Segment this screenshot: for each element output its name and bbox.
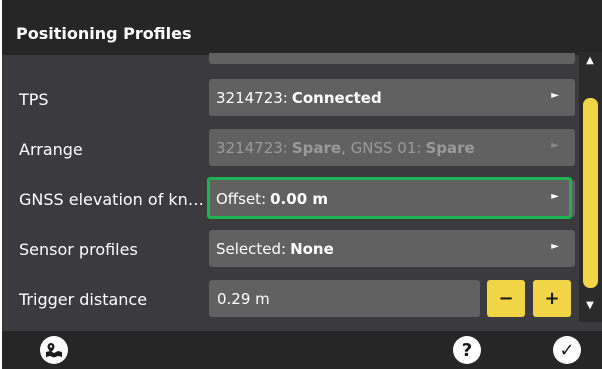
sensor-profiles-button[interactable]: Selected: None ► [209,230,575,267]
trigger-distance-label: Trigger distance [19,290,148,309]
tps-label: TPS [19,90,49,109]
sensor-profiles-label: Sensor profiles [19,240,138,259]
right-arrow-icon: ► [551,191,559,202]
partially-visible-row-button[interactable] [209,53,575,64]
trigger-distance-input[interactable]: 0.29 m [209,280,480,317]
arrange-label: Arrange [19,140,83,159]
scroll-up-icon[interactable]: ▲ [581,55,599,66]
right-arrow-icon: ► [551,90,559,101]
map-pin-icon [46,343,62,358]
decrement-button[interactable]: − [487,280,525,317]
title-bar: Positioning Profiles [2,0,602,55]
help-icon[interactable]: ? [453,336,481,364]
gnss-elevation-offset-button[interactable]: Offset: 0.00 m ► [209,180,575,217]
bottom-toolbar: ? ✓ [2,331,602,369]
scrollbar-thumb[interactable] [583,98,598,288]
increment-button[interactable]: + [533,280,571,317]
selected-value: None [290,239,334,258]
right-arrow-icon: ► [551,140,559,151]
arrange-tps-id: 3214723: [216,138,288,157]
offset-prefix: Offset: [216,189,267,208]
page-title: Positioning Profiles [16,24,192,43]
offset-value: 0.00 m [270,189,328,208]
right-arrow-icon: ► [551,241,559,252]
scroll-down-icon[interactable]: ▼ [581,300,599,311]
positioning-profiles-dialog: Positioning Profiles TPS 3214723: Connec… [2,0,602,369]
tps-id: 3214723: [216,88,288,107]
selected-prefix: Selected: [216,239,287,258]
arrange-gnss-id: , GNSS 01: [341,138,422,157]
gnss-elevation-label: GNSS elevation of kn… [19,190,204,209]
tps-button[interactable]: 3214723: Connected ► [209,79,575,116]
arrange-gnss-status: Spare [425,138,475,157]
confirm-icon[interactable]: ✓ [553,336,581,364]
map-settings-icon[interactable] [40,336,68,364]
arrange-button: 3214723: Spare , GNSS 01: Spare ► [209,129,575,166]
tps-status: Connected [291,88,382,107]
arrange-tps-status: Spare [291,138,342,157]
